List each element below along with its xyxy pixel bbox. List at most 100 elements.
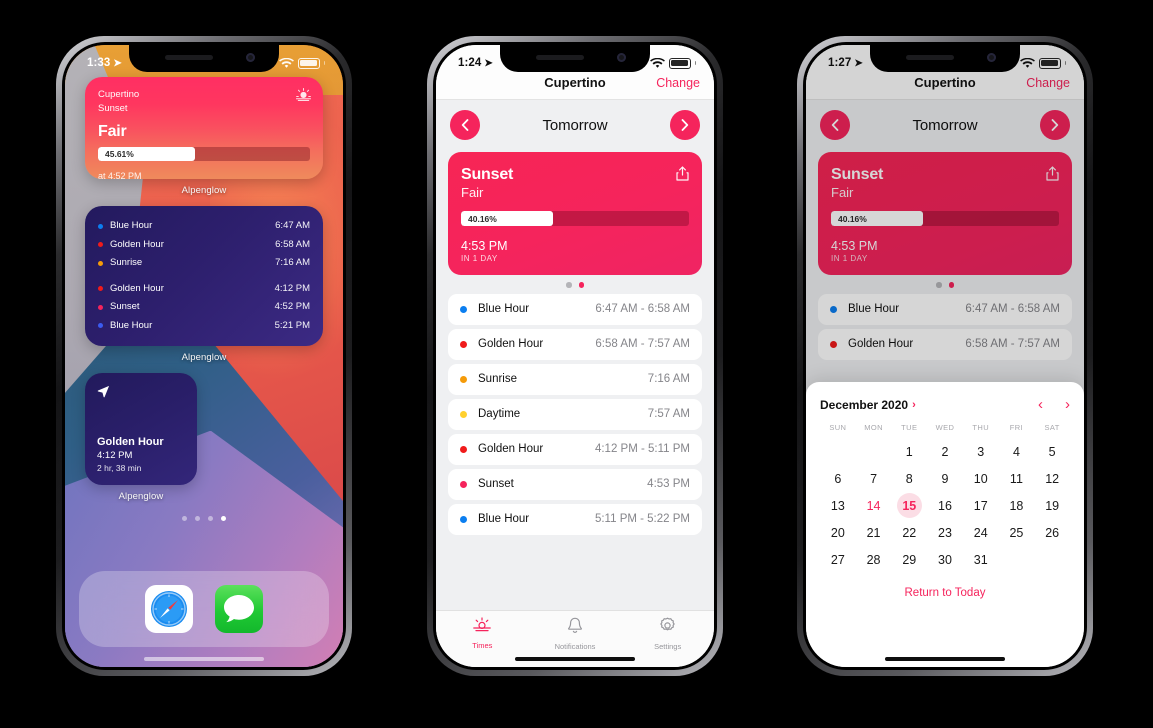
calendar-day-cell[interactable]: 1 bbox=[891, 438, 927, 465]
event-time: 6:58 AM bbox=[275, 238, 310, 250]
calendar-day-cell[interactable]: 17 bbox=[963, 492, 999, 519]
status-time: 1:27 bbox=[828, 57, 852, 69]
page-dot[interactable] bbox=[195, 516, 200, 522]
calendar-day-cell[interactable]: 6 bbox=[820, 465, 856, 492]
app-icon-messages[interactable] bbox=[215, 585, 263, 633]
page-dot[interactable] bbox=[566, 282, 572, 288]
tab-times[interactable]: Times bbox=[436, 617, 529, 651]
calendar-day-cell[interactable]: 8 bbox=[891, 465, 927, 492]
hero-progress-fill: 40.16% bbox=[461, 211, 553, 226]
return-to-today-button[interactable]: Return to Today bbox=[820, 587, 1070, 599]
location-arrow-icon: ➤ bbox=[484, 57, 493, 69]
page-dot[interactable] bbox=[221, 516, 226, 522]
times-list-row[interactable]: Blue Hour 6:47 AM - 6:58 AM bbox=[448, 293, 702, 325]
calendar-month-button[interactable]: December 2020 › bbox=[820, 398, 916, 412]
calendar-day-cell[interactable]: 13 bbox=[820, 492, 856, 519]
tab-label: Settings bbox=[654, 642, 682, 651]
event-color-dot bbox=[98, 223, 103, 229]
app-icon-safari[interactable] bbox=[145, 585, 193, 633]
calendar-day-cell[interactable]: 23 bbox=[927, 519, 963, 546]
event-time: 7:16 AM bbox=[647, 373, 690, 385]
phone-1-screen: 1:33 ➤ .... bbox=[65, 45, 343, 667]
hero-page-dots[interactable] bbox=[436, 282, 714, 288]
times-list-row[interactable]: Sunset 4:53 PM bbox=[448, 468, 702, 500]
calendar-day-cell[interactable]: 29 bbox=[891, 546, 927, 573]
calendar-day-cell[interactable]: 7 bbox=[856, 465, 892, 492]
event-name: Blue Hour bbox=[110, 319, 153, 331]
widget-golden-hour[interactable]: Golden Hour 4:12 PM 2 hr, 38 min bbox=[85, 373, 197, 486]
widget-footer-time: at 4:52 PM bbox=[98, 170, 142, 179]
calendar-day-cell[interactable]: 24 bbox=[963, 519, 999, 546]
event-color-dot bbox=[460, 375, 467, 383]
calendar-day-cell[interactable]: 20 bbox=[820, 519, 856, 546]
event-name: Golden Hour bbox=[478, 443, 544, 455]
event-time: 4:52 PM bbox=[274, 301, 310, 313]
times-list-row[interactable]: Blue Hour 5:11 PM - 5:22 PM bbox=[448, 503, 702, 535]
calendar-day-cell[interactable]: 11 bbox=[999, 465, 1035, 492]
calendar-day-cell[interactable]: 3 bbox=[963, 438, 999, 465]
calendar-day-cell[interactable]: 22 bbox=[891, 519, 927, 546]
hero-card-sunset[interactable]: Sunset Fair 40.16% 4:53 PM IN 1 DAY bbox=[448, 152, 702, 275]
page-dot[interactable] bbox=[578, 282, 584, 288]
times-list-row[interactable]: Golden Hour 6:58 AM - 7:57 AM bbox=[448, 328, 702, 360]
calendar-day-cell[interactable]: 27 bbox=[820, 546, 856, 573]
previous-day-button[interactable] bbox=[450, 110, 480, 140]
calendar-day-cell[interactable]: 15 bbox=[891, 492, 927, 519]
widget-times[interactable]: Blue Hour 6:47 AM Golden Hour 6:58 AM Sunris… bbox=[85, 206, 323, 347]
phone-3-bezel: Cupertino Change Tomorrow Sunset Fair 40… bbox=[803, 42, 1087, 670]
times-list-row[interactable]: Golden Hour 4:12 PM - 5:11 PM bbox=[448, 433, 702, 465]
times-list-row[interactable]: Daytime 7:57 AM bbox=[448, 398, 702, 430]
calendar-day-cell[interactable]: 12 bbox=[1034, 465, 1070, 492]
event-color-dot bbox=[98, 260, 103, 266]
calendar-day-cell[interactable]: 16 bbox=[927, 492, 963, 519]
calendar-blank-cell bbox=[820, 438, 856, 465]
calendar-day-cell[interactable]: 10 bbox=[963, 465, 999, 492]
calendar-day-cell[interactable]: 19 bbox=[1034, 492, 1070, 519]
event-name: Blue Hour bbox=[478, 303, 530, 315]
tab-notifications[interactable]: Notifications bbox=[529, 617, 622, 651]
widget-time-row: Blue Hour 6:47 AM bbox=[98, 217, 310, 236]
widget-condition: Fair bbox=[98, 122, 127, 140]
calendar-prev-month-button[interactable]: ‹ bbox=[1038, 396, 1043, 413]
calendar-day-number: 21 bbox=[866, 525, 881, 540]
calendar-day-number: 25 bbox=[1009, 525, 1024, 540]
notch bbox=[129, 45, 279, 72]
calendar-day-cell[interactable]: 21 bbox=[856, 519, 892, 546]
tab-label: Times bbox=[472, 641, 493, 650]
calendar-day-number: 29 bbox=[902, 552, 917, 567]
tab-label: Notifications bbox=[554, 642, 596, 651]
share-icon[interactable] bbox=[676, 166, 689, 181]
hero-relative-day: IN 1 DAY bbox=[461, 254, 498, 263]
page-dot[interactable] bbox=[208, 516, 213, 522]
home-page-dots[interactable] bbox=[85, 516, 323, 522]
calendar-day-cell[interactable]: 26 bbox=[1034, 519, 1070, 546]
calendar-day-cell[interactable]: 31 bbox=[963, 546, 999, 573]
calendar-day-number: 24 bbox=[973, 525, 988, 540]
page-dot[interactable] bbox=[182, 516, 187, 522]
times-list-row[interactable]: Sunrise 7:16 AM bbox=[448, 363, 702, 395]
times-list: Blue Hour 6:47 AM - 6:58 AM Golden Hour 6:5… bbox=[436, 293, 714, 539]
calendar-day-cell[interactable]: 4 bbox=[999, 438, 1035, 465]
calendar-day-cell[interactable]: 2 bbox=[927, 438, 963, 465]
calendar-next-month-button[interactable]: › bbox=[1065, 396, 1070, 413]
calendar-day-cell[interactable]: 18 bbox=[999, 492, 1035, 519]
chevron-right-icon bbox=[681, 119, 689, 131]
change-location-button[interactable]: Change bbox=[656, 76, 700, 90]
calendar-day-number: 2 bbox=[941, 444, 949, 459]
calendar-day-cell[interactable]: 30 bbox=[927, 546, 963, 573]
status-time: 1:33 bbox=[87, 57, 111, 69]
next-day-button[interactable] bbox=[669, 110, 700, 140]
widget-time-row: Golden Hour 6:58 AM bbox=[98, 236, 310, 255]
home-indicator bbox=[885, 656, 1005, 661]
calendar-day-cell[interactable]: 9 bbox=[927, 465, 963, 492]
calendar-day-number: 16 bbox=[938, 498, 952, 513]
event-time: 6:47 AM - 6:58 AM bbox=[595, 303, 690, 315]
calendar-day-cell[interactable]: 25 bbox=[999, 519, 1035, 546]
event-name: Sunset bbox=[478, 478, 514, 490]
calendar-day-cell[interactable]: 14 bbox=[856, 492, 892, 519]
calendar-day-cell[interactable]: 5 bbox=[1034, 438, 1070, 465]
widget-time-row: Sunset 4:52 PM bbox=[98, 298, 310, 317]
widget-sunset[interactable]: Cupertino Sunset Fair 45.61% at 4:52 PM bbox=[85, 77, 323, 179]
calendar-day-cell[interactable]: 28 bbox=[856, 546, 892, 573]
tab-settings[interactable]: Settings bbox=[621, 617, 714, 651]
